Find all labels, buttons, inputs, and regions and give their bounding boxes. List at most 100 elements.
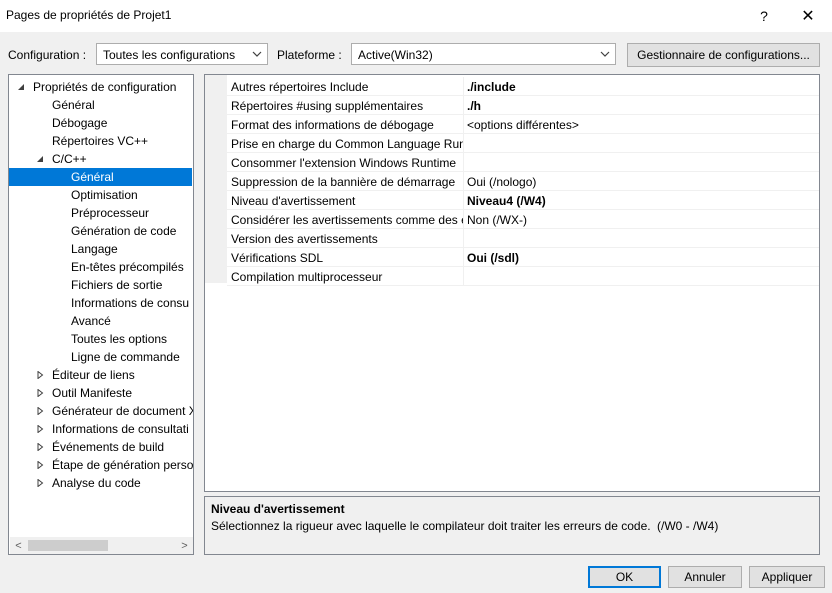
cancel-button[interactable]: Annuler — [668, 566, 742, 588]
configuration-value: Toutes les configurations — [103, 48, 236, 62]
property-row[interactable]: Autres répertoires Include ./include — [227, 77, 819, 96]
tree-collapsed-icon[interactable] — [36, 371, 44, 379]
tree-item[interactable]: Génération de code — [9, 222, 193, 240]
tree-item-label: C/C++ — [52, 152, 87, 166]
tree-item-label: Général — [52, 98, 95, 112]
description-text: Sélectionnez la rigueur avec laquelle le… — [211, 519, 651, 533]
column-separator — [463, 248, 464, 267]
property-value[interactable]: ./h — [467, 99, 481, 113]
tree-item[interactable]: Répertoires VC++ — [9, 132, 193, 150]
tree-item[interactable]: Informations de consultati — [9, 420, 193, 438]
scrollbar-thumb[interactable] — [28, 540, 108, 551]
scroll-right-icon[interactable]: > — [176, 537, 193, 554]
tree-item[interactable]: Éditeur de liens — [9, 366, 193, 384]
close-button[interactable]: ✕ — [788, 4, 828, 28]
ok-button[interactable]: OK — [588, 566, 661, 588]
tree-item[interactable]: Étape de génération perso — [9, 456, 193, 474]
property-row[interactable]: Compilation multiprocesseur — [227, 267, 819, 286]
property-row[interactable]: Répertoires #using supplémentaires ./h — [227, 96, 819, 115]
tree-collapsed-icon[interactable] — [36, 479, 44, 487]
tree-expanded-icon[interactable] — [36, 155, 44, 163]
tree-item[interactable]: Ligne de commande — [9, 348, 193, 366]
property-value[interactable]: Non (/WX-) — [467, 213, 527, 227]
tree-collapsed-icon[interactable] — [36, 425, 44, 433]
property-value[interactable]: Niveau4 (/W4) — [467, 194, 546, 208]
tree-item[interactable]: Général — [9, 96, 193, 114]
property-value[interactable]: Oui (/nologo) — [467, 175, 536, 189]
property-name: Prise en charge du Common Language Runt — [231, 137, 463, 151]
property-name: Répertoires #using supplémentaires — [231, 99, 424, 113]
tree-item[interactable]: Outil Manifeste — [9, 384, 193, 402]
column-separator — [463, 77, 464, 96]
tree-horizontal-scrollbar[interactable]: < > — [10, 537, 193, 554]
tree-item-label: Générateur de document X — [52, 404, 194, 418]
property-row[interactable]: Vérifications SDL Oui (/sdl) — [227, 248, 819, 267]
tree-item-label: Fichiers de sortie — [71, 278, 163, 292]
tree-item[interactable]: Toutes les options — [9, 330, 193, 348]
title-bar: Pages de propriétés de Projet1 ? ✕ — [0, 0, 832, 32]
property-name: Vérifications SDL — [231, 251, 324, 265]
tree-item-label: Langage — [71, 242, 118, 256]
tree-item-label: Outil Manifeste — [52, 386, 133, 400]
tree-item[interactable]: Langage — [9, 240, 193, 258]
tree-item[interactable]: Avancé — [9, 312, 193, 330]
tree-item[interactable]: Propriétés de configuration — [9, 78, 193, 96]
column-separator — [463, 191, 464, 210]
tree-item[interactable]: Général — [9, 168, 192, 186]
column-separator — [463, 153, 464, 172]
column-separator — [463, 229, 464, 248]
tree-item[interactable]: Fichiers de sortie — [9, 276, 193, 294]
description-panel: Niveau d'avertissement Sélectionnez la r… — [204, 496, 820, 555]
property-row[interactable]: Suppression de la bannière de démarrage O… — [227, 172, 819, 191]
tree-collapsed-icon[interactable] — [36, 407, 44, 415]
tree-item-label: Propriétés de configuration — [33, 80, 177, 94]
column-separator — [463, 172, 464, 191]
property-name: Autres répertoires Include — [231, 80, 369, 94]
property-row[interactable]: Prise en charge du Common Language Runt — [227, 134, 819, 153]
tree-item[interactable]: Analyse du code — [9, 474, 193, 492]
tree-collapsed-icon[interactable] — [36, 389, 44, 397]
property-value[interactable]: Oui (/sdl) — [467, 251, 519, 265]
property-row[interactable]: Niveau d'avertissement Niveau4 (/W4) — [227, 191, 819, 210]
tree-item[interactable]: Événements de build — [9, 438, 193, 456]
chevron-down-icon — [600, 51, 610, 57]
tree-item[interactable]: Débogage — [9, 114, 193, 132]
scroll-left-icon[interactable]: < — [10, 537, 27, 554]
tree-item[interactable]: C/C++ — [9, 150, 193, 168]
tree-expanded-icon[interactable] — [17, 83, 25, 91]
property-name: Consommer l'extension Windows Runtime — [231, 156, 457, 170]
platform-dropdown[interactable]: Active(Win32) — [351, 43, 616, 65]
property-value[interactable]: <options différentes> — [467, 118, 579, 132]
property-row[interactable]: Format des informations de débogage <opti… — [227, 115, 819, 134]
grid-margin — [205, 75, 227, 283]
tree-collapsed-icon[interactable] — [36, 443, 44, 451]
configuration-manager-button[interactable]: Gestionnaire de configurations... — [627, 43, 820, 67]
property-name: Version des avertissements — [231, 232, 378, 246]
tree-item-label: Général — [71, 170, 114, 184]
property-name: Considérer les avertissements comme des … — [231, 213, 463, 227]
tree-item[interactable]: Informations de consu — [9, 294, 193, 312]
property-tree: Propriétés de configuration Général Déboga… — [8, 74, 194, 555]
tree-item-label: Optimisation — [71, 188, 138, 202]
tree-item[interactable]: Générateur de document X — [9, 402, 193, 420]
property-row[interactable]: Version des avertissements — [227, 229, 819, 248]
configuration-label: Configuration : — [8, 48, 87, 62]
tree-item-label: Informations de consu — [71, 296, 190, 310]
tree-item-label: Répertoires VC++ — [52, 134, 149, 148]
platform-label: Plateforme : — [277, 48, 342, 62]
tree-collapsed-icon[interactable] — [36, 461, 44, 469]
property-row[interactable]: Considérer les avertissements comme des … — [227, 210, 819, 229]
tree-item-label: Préprocesseur — [71, 206, 150, 220]
apply-button[interactable]: Appliquer — [749, 566, 825, 588]
tree-item-label: Étape de génération perso — [52, 458, 194, 472]
tree-item-label: Informations de consultati — [52, 422, 189, 436]
help-button[interactable]: ? — [744, 4, 784, 28]
configuration-dropdown[interactable]: Toutes les configurations — [96, 43, 268, 65]
tree-item[interactable]: Préprocesseur — [9, 204, 193, 222]
column-separator — [463, 96, 464, 115]
tree-item[interactable]: Optimisation — [9, 186, 193, 204]
tree-item[interactable]: En-têtes précompilés — [9, 258, 193, 276]
property-row[interactable]: Consommer l'extension Windows Runtime — [227, 153, 819, 172]
tree-item-label: Éditeur de liens — [52, 368, 135, 382]
property-value[interactable]: ./include — [467, 80, 516, 94]
